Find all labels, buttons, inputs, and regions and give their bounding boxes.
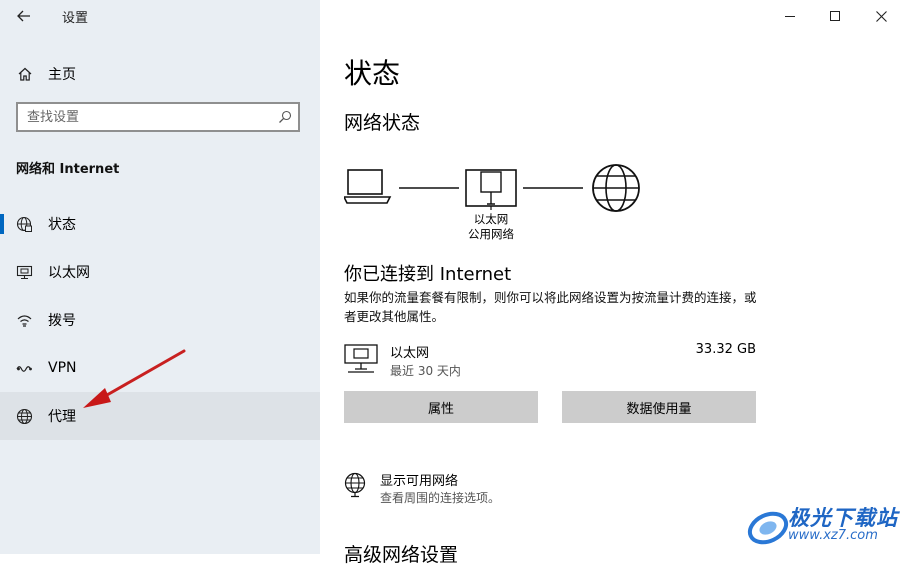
network-status-heading: 网络状态: [344, 112, 421, 134]
search-box[interactable]: [16, 102, 300, 132]
connection-description: 如果你的流量套餐有限制，则你可以将此网络设置为按流量计费的连接，或者更改其他属性…: [344, 290, 757, 324]
data-usage-value: 33.32 GB: [695, 342, 756, 357]
connected-text: 你已连接到 Internet: [344, 264, 512, 285]
sidebar-item-vpn[interactable]: VPN: [0, 344, 320, 392]
app-title: 设置: [62, 11, 89, 26]
show-available-networks-link[interactable]: 显示可用网络: [380, 470, 458, 489]
properties-button[interactable]: 属性: [344, 391, 538, 423]
watermark-url: www.xz7.com: [788, 528, 878, 543]
ethernet-adapter-icon: [344, 344, 378, 373]
sidebar-item-label: 拨号: [48, 313, 76, 329]
sidebar-item-status[interactable]: 状态: [0, 200, 320, 248]
sidebar: 设置 主页 网络和 Internet 状态 以太网: [0, 0, 320, 554]
available-networks-subtitle: 查看周围的连接选项。: [380, 491, 501, 505]
main-content: 状态 网络状态 以太网 公用网络 你已连接到 Internet 如果你的流量套餐…: [344, 0, 904, 566]
available-networks-icon[interactable]: [344, 472, 366, 498]
connection-name: 以太网: [390, 346, 430, 361]
globe-ethernet-icon: [16, 216, 32, 232]
back-button[interactable]: [8, 4, 40, 28]
sidebar-item-label: 以太网: [48, 265, 90, 281]
device-type-label: 以太网: [473, 212, 509, 226]
sidebar-item-dialup[interactable]: 拨号: [0, 296, 320, 344]
vpn-icon: [16, 365, 32, 372]
laptop-icon: [344, 169, 392, 204]
home-icon: [18, 67, 32, 81]
ethernet-icon: [16, 265, 33, 279]
back-arrow-icon: [17, 10, 30, 22]
device-label: 以太网 公用网络: [454, 212, 528, 242]
sidebar-item-label: 状态: [48, 217, 76, 233]
data-usage-button[interactable]: 数据使用量: [562, 391, 756, 423]
section-title: 网络和 Internet: [16, 162, 120, 177]
sidebar-item-label: 代理: [48, 409, 76, 425]
search-icon[interactable]: [278, 110, 292, 124]
page-title: 状态: [344, 57, 401, 90]
globe-icon: [16, 408, 33, 424]
home-nav-item[interactable]: 主页: [0, 58, 320, 90]
sidebar-item-proxy[interactable]: 代理: [0, 392, 320, 440]
home-label: 主页: [48, 67, 76, 83]
dialup-icon: [17, 314, 32, 327]
network-profile-label: 公用网络: [468, 227, 514, 241]
connection-period: 最近 30 天内: [390, 364, 461, 378]
sidebar-item-label: VPN: [48, 360, 77, 376]
search-input[interactable]: [18, 108, 278, 126]
sidebar-item-ethernet[interactable]: 以太网: [0, 248, 320, 296]
ethernet-port-icon: [465, 169, 517, 210]
internet-globe-icon: [592, 164, 640, 212]
